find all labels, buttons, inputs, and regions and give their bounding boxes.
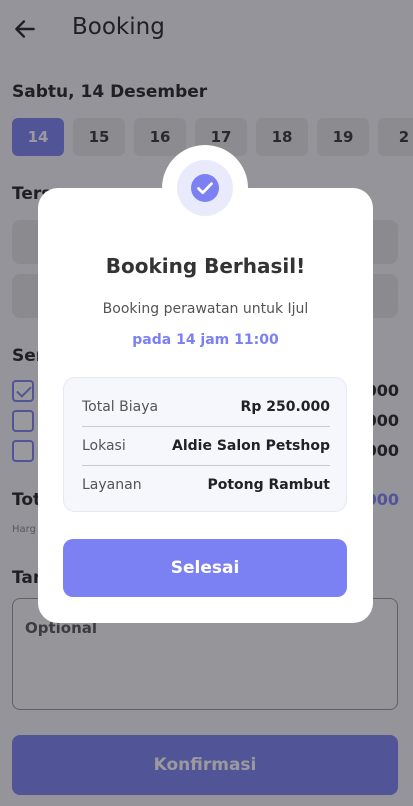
detail-row: Lokasi Aldie Salon Petshop	[82, 427, 330, 465]
detail-value: Rp 250.000	[240, 399, 330, 415]
detail-key: Total Biaya	[82, 399, 159, 415]
booking-details-card: Total Biaya Rp 250.000 Lokasi Aldie Salo…	[63, 377, 347, 512]
detail-value: Potong Rambut	[207, 477, 330, 493]
detail-row: Layanan Potong Rambut	[82, 466, 330, 504]
check-circle-icon	[191, 174, 219, 202]
detail-key: Layanan	[82, 477, 142, 493]
done-button[interactable]: Selesai	[63, 539, 347, 597]
dialog-message: Booking perawatan untuk Ijul	[102, 301, 309, 317]
dialog-schedule: pada 14 jam 11:00	[132, 332, 279, 348]
detail-value: Aldie Salon Petshop	[172, 438, 330, 454]
detail-key: Lokasi	[82, 438, 126, 454]
detail-row: Total Biaya Rp 250.000	[82, 388, 330, 426]
dialog-title: Booking Berhasil!	[105, 254, 306, 278]
